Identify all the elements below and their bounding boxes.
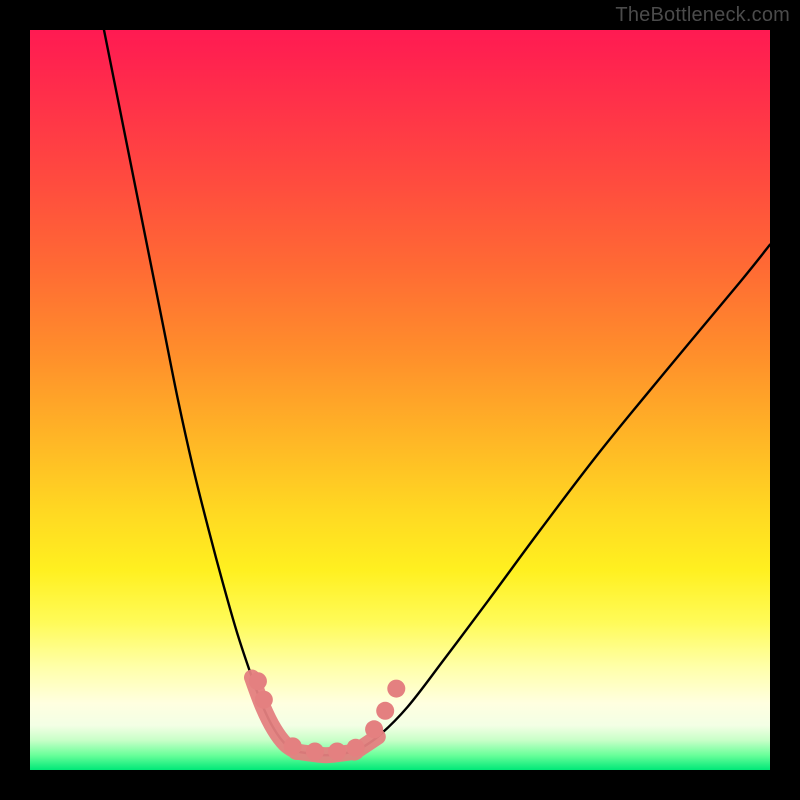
- data-marker: [255, 691, 273, 709]
- data-marker: [306, 743, 324, 761]
- data-marker: [387, 680, 405, 698]
- data-marker: [365, 720, 383, 738]
- attribution-text: TheBottleneck.com: [615, 4, 790, 27]
- data-marker: [376, 702, 394, 720]
- data-marker: [284, 737, 302, 755]
- data-marker: [249, 672, 267, 690]
- chart-frame: TheBottleneck.com: [0, 0, 800, 800]
- data-marker: [328, 743, 346, 761]
- data-marker: [347, 739, 365, 757]
- plot-area: [30, 30, 770, 770]
- curve-path: [104, 30, 770, 755]
- bottleneck-curve: [30, 30, 770, 770]
